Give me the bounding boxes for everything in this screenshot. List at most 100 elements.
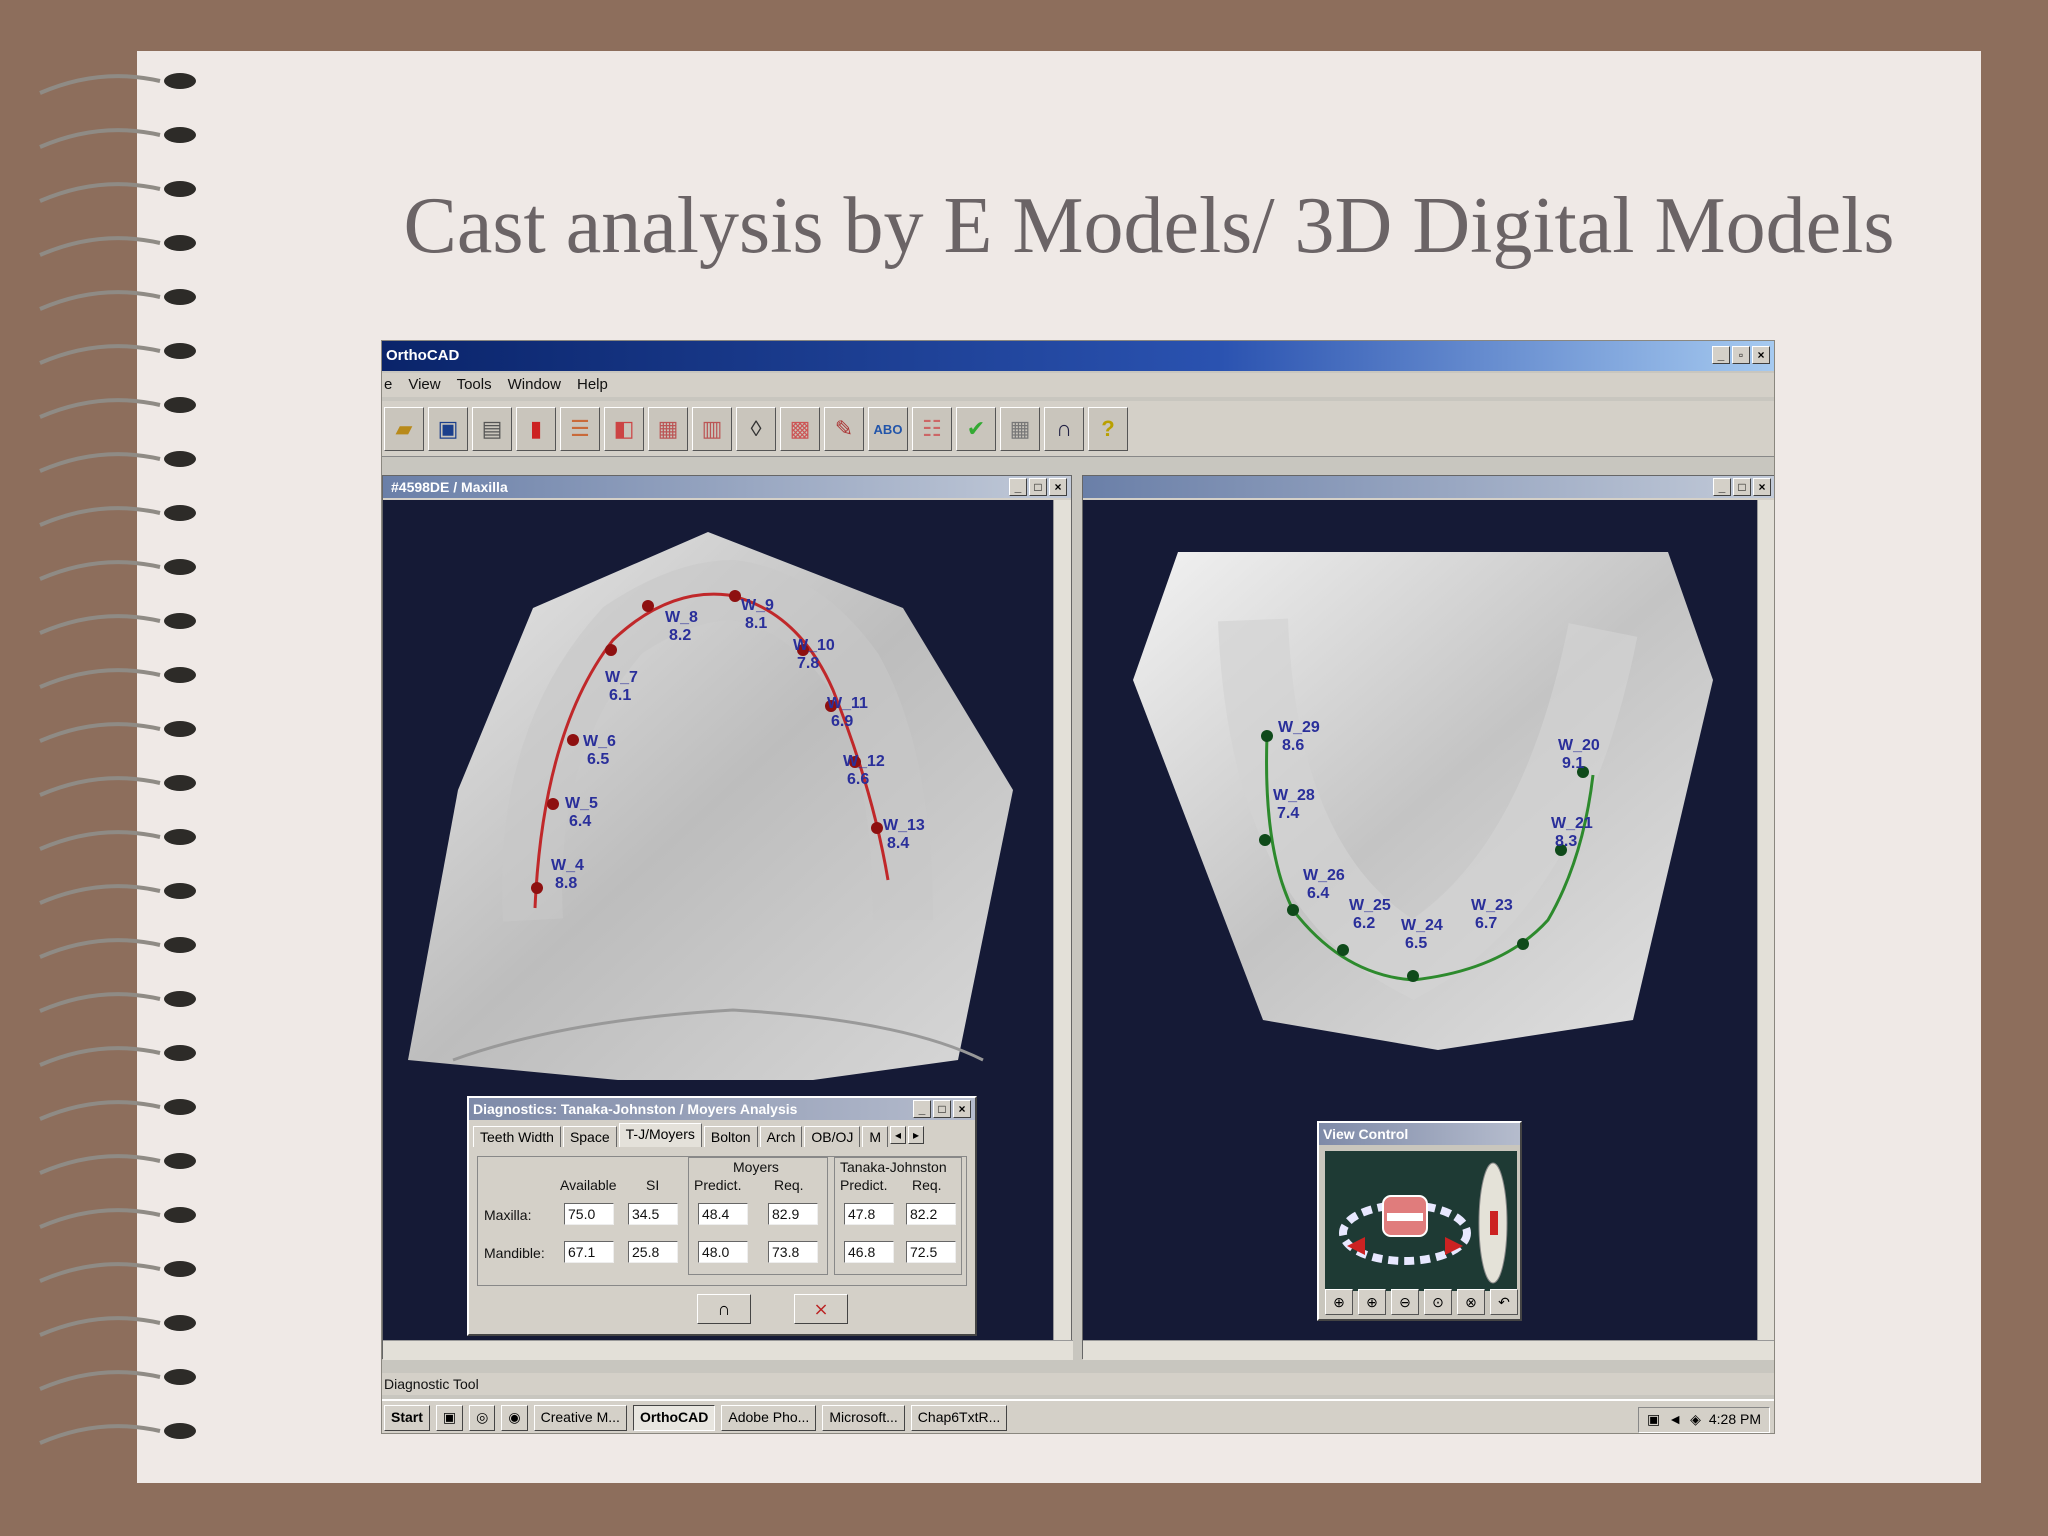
split-icon[interactable]: ◧ (604, 407, 644, 451)
models2-icon[interactable]: ☷ (912, 407, 952, 451)
stack-icon[interactable]: ▩ (780, 407, 820, 451)
task-adobe[interactable]: Adobe Pho... (721, 1405, 817, 1431)
tooth-landmark-point[interactable] (1517, 938, 1529, 950)
maxilla-available[interactable]: 75.0 (564, 1203, 614, 1225)
view-control-rotator[interactable] (1325, 1151, 1517, 1291)
ruler-icon[interactable]: ✎ (824, 407, 864, 451)
tooth-landmark-point[interactable] (547, 798, 559, 810)
tooth-landmark-point[interactable] (1337, 944, 1349, 956)
mandible-hscrollbar[interactable] (1083, 1340, 1774, 1360)
teeth-icon[interactable]: ▦ (648, 407, 688, 451)
abo-icon[interactable]: ABO (868, 407, 908, 451)
tooth-landmark-point[interactable] (531, 882, 543, 894)
spiral-hole (164, 1099, 196, 1115)
help-icon[interactable]: ? (1088, 407, 1128, 451)
tooth-width-name: W_12 (843, 753, 885, 770)
tooth-landmark-point[interactable] (1259, 834, 1271, 846)
mandible-available[interactable]: 67.1 (564, 1241, 614, 1263)
tab-bolton[interactable]: Bolton (703, 1126, 758, 1147)
tab-scroll-right-icon[interactable]: ▸ (908, 1126, 925, 1144)
maxilla-moyers-predict[interactable]: 48.4 (698, 1203, 748, 1225)
maximize-icon[interactable]: □ (1733, 478, 1751, 496)
mandible-tj-predict[interactable]: 46.8 (844, 1241, 894, 1263)
print-icon[interactable]: ▤ (472, 407, 512, 451)
table-icon[interactable]: ▦ (1000, 407, 1040, 451)
quicklaunch-desktop-icon[interactable]: ▣ (435, 1405, 464, 1431)
tray-volume-icon[interactable]: ◄ (1668, 1411, 1682, 1429)
zoom-window-icon[interactable]: ⊕ (1325, 1289, 1353, 1315)
tooth-landmark-point[interactable] (605, 644, 617, 656)
occlusion-icon[interactable]: ▥ (692, 407, 732, 451)
minimize-icon[interactable]: _ (1712, 346, 1730, 364)
task-creative[interactable]: Creative M... (533, 1405, 627, 1431)
start-button[interactable]: Start (384, 1405, 430, 1431)
tab-ob-oj[interactable]: OB/OJ (804, 1126, 861, 1147)
mandible-moyers-req[interactable]: 73.8 (768, 1241, 818, 1263)
mandible-tj-req[interactable]: 72.5 (906, 1241, 956, 1263)
arch-icon[interactable]: ∩ (1044, 407, 1084, 451)
tab-teeth-width[interactable]: Teeth Width (473, 1126, 561, 1147)
tooth-width-value: 6.7 (1475, 915, 1497, 932)
maxilla-tj-req[interactable]: 82.2 (906, 1203, 956, 1225)
menu-window[interactable]: Window (508, 376, 561, 394)
maxilla-vscrollbar[interactable] (1053, 500, 1071, 1340)
restore-icon[interactable]: ▫ (1732, 346, 1750, 364)
tab-more[interactable]: M (862, 1126, 889, 1147)
tab-scroll-left-icon[interactable]: ◂ (890, 1126, 907, 1144)
tooth-landmark-point[interactable] (642, 600, 654, 612)
models-icon[interactable]: ☰ (560, 407, 600, 451)
tray-antivirus-icon[interactable]: ◈ (1690, 1411, 1701, 1429)
minimize-icon[interactable]: _ (913, 1100, 931, 1118)
tooth-landmark-point[interactable] (1407, 970, 1419, 982)
tray-network-icon[interactable]: ▣ (1647, 1411, 1660, 1429)
mandible-vscrollbar[interactable] (1757, 500, 1774, 1340)
tooth-width-name: W_13 (883, 817, 925, 834)
quicklaunch-outlook-icon[interactable]: ◉ (501, 1405, 528, 1431)
tooth-landmark-point[interactable] (567, 734, 579, 746)
maximize-icon[interactable]: □ (933, 1100, 951, 1118)
minimize-icon[interactable]: _ (1713, 478, 1731, 496)
rotate-icon[interactable]: ◊ (736, 407, 776, 451)
maxilla-moyers-req[interactable]: 82.9 (768, 1203, 818, 1225)
task-microsoft[interactable]: Microsoft... (822, 1405, 905, 1431)
tab-space[interactable]: Space (562, 1126, 617, 1147)
close-icon[interactable]: × (1753, 478, 1771, 496)
tooth-landmark-point[interactable] (871, 822, 883, 834)
tooth-landmark-point[interactable] (1261, 730, 1273, 742)
tooth-width-value: 6.4 (1307, 885, 1329, 902)
menu-help[interactable]: Help (577, 376, 608, 394)
close-icon[interactable]: × (1752, 346, 1770, 364)
minimize-icon[interactable]: _ (1009, 478, 1027, 496)
zoom-reset-icon[interactable]: ⊗ (1457, 1289, 1485, 1315)
task-orthocad[interactable]: OrthoCAD (632, 1405, 716, 1431)
menu-tools[interactable]: Tools (457, 376, 492, 394)
maxilla-hscrollbar[interactable] (383, 1340, 1073, 1360)
zoom-fit-icon[interactable]: ⊙ (1424, 1289, 1452, 1315)
maxilla-tj-predict[interactable]: 47.8 (844, 1203, 894, 1225)
tooth-landmark-point[interactable] (1287, 904, 1299, 916)
menu-view[interactable]: View (408, 376, 440, 394)
mandible-moyers-predict[interactable]: 48.0 (698, 1241, 748, 1263)
rotate-left-icon[interactable] (1347, 1237, 1365, 1255)
spiral-ring (39, 776, 161, 797)
tab-tj-moyers[interactable]: T-J/Moyers (618, 1123, 702, 1147)
open-icon[interactable]: ▰ (384, 407, 424, 451)
task-chap6[interactable]: Chap6TxtR... (910, 1405, 1008, 1431)
menu-file[interactable]: e (384, 376, 392, 394)
check-icon[interactable]: ✔ (956, 407, 996, 451)
arch-button[interactable]: ∩ (697, 1294, 751, 1324)
zoom-out-icon[interactable]: ⊖ (1391, 1289, 1419, 1315)
record-icon[interactable]: ▮ (516, 407, 556, 451)
maxilla-si[interactable]: 34.5 (628, 1203, 678, 1225)
mandible-si[interactable]: 25.8 (628, 1241, 678, 1263)
close-icon[interactable]: × (953, 1100, 971, 1118)
close-icon[interactable]: × (1049, 478, 1067, 496)
maximize-icon[interactable]: □ (1029, 478, 1047, 496)
tooth-landmark-point[interactable] (729, 590, 741, 602)
clear-arch-button[interactable]: ⨯ (794, 1294, 848, 1324)
tab-arch[interactable]: Arch (759, 1126, 803, 1147)
quicklaunch-ie-icon[interactable]: ◎ (469, 1405, 496, 1431)
zoom-in-icon[interactable]: ⊕ (1358, 1289, 1386, 1315)
save-icon[interactable]: ▣ (428, 407, 468, 451)
undo-icon[interactable]: ↶ (1490, 1289, 1518, 1315)
